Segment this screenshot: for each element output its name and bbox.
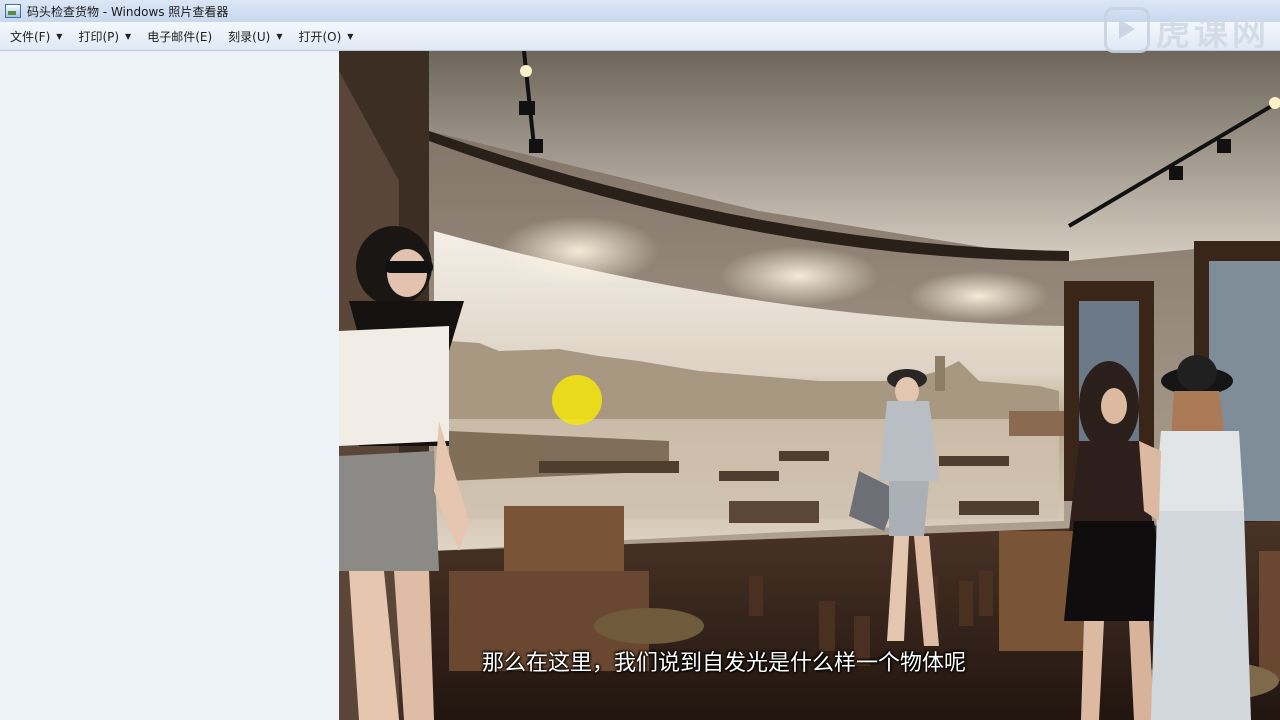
blank-viewer-area bbox=[0, 51, 339, 720]
watermark-text: 虎课网 bbox=[1156, 13, 1270, 54]
menu-print[interactable]: 打印(P) ▼ bbox=[74, 24, 135, 48]
menu-print-label: 打印(P) bbox=[78, 29, 120, 44]
menu-open[interactable]: 打开(O) ▼ bbox=[294, 24, 357, 48]
photo-viewer-window: 码头检查货物 - Windows 照片查看器 文件(F) ▼ 打印(P) ▼ 电… bbox=[0, 0, 1280, 720]
menu-burn[interactable]: 刻录(U) ▼ bbox=[224, 24, 286, 48]
menu-burn-label: 刻录(U) bbox=[228, 29, 271, 44]
menu-email[interactable]: 电子邮件(E) ▼ bbox=[143, 24, 216, 48]
menu-file-label: 文件(F) bbox=[10, 29, 51, 44]
menu-file[interactable]: 文件(F) ▼ bbox=[6, 24, 66, 48]
interior-scene-illustration bbox=[339, 51, 1280, 720]
photo-viewer-app-icon bbox=[5, 4, 21, 18]
menu-email-label: 电子邮件(E) bbox=[147, 29, 213, 44]
cursor-highlight bbox=[552, 375, 602, 425]
chevron-down-icon: ▼ bbox=[276, 31, 283, 41]
chevron-down-icon: ▼ bbox=[125, 31, 132, 41]
watermark: 虎课网 bbox=[1104, 7, 1270, 54]
chevron-down-icon: ▼ bbox=[56, 31, 63, 41]
menu-open-label: 打开(O) bbox=[298, 29, 342, 44]
title-bar[interactable]: 码头检查货物 - Windows 照片查看器 bbox=[0, 0, 1280, 22]
menu-bar: 文件(F) ▼ 打印(P) ▼ 电子邮件(E) ▼ 刻录(U) ▼ 打开(O) … bbox=[0, 22, 1280, 51]
window-title: 码头检查货物 - Windows 照片查看器 bbox=[27, 4, 229, 19]
play-logo-icon bbox=[1104, 7, 1150, 53]
rendered-interior-image[interactable] bbox=[339, 51, 1280, 720]
video-subtitle: 那么在这里，我们说到自发光是什么样一个物体呢 bbox=[481, 651, 966, 676]
chevron-down-icon: ▼ bbox=[347, 31, 354, 41]
